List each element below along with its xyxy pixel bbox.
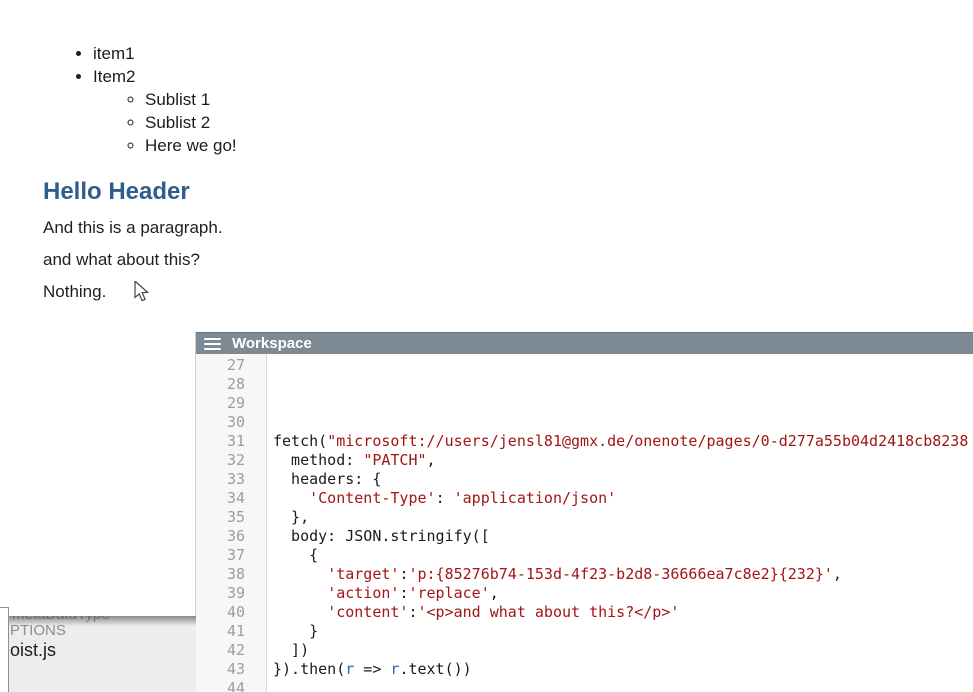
line-number: 42 <box>196 641 245 660</box>
line-number: 32 <box>196 451 245 470</box>
code-line[interactable] <box>273 356 973 375</box>
sub-list: Sublist 1Sublist 2Here we go! <box>93 88 973 157</box>
autocomplete-popup: metaDataType PTIONS oist.js <box>9 616 196 692</box>
autocomplete-item[interactable]: oist.js <box>10 640 56 661</box>
code-line[interactable]: method: "PATCH", <box>273 451 973 470</box>
code-editor[interactable]: 272829303132333435363738394041424344 fet… <box>196 354 973 692</box>
notebook-page: item1Item2Sublist 1Sublist 2Here we go! … <box>0 0 973 302</box>
line-number: 34 <box>196 489 245 508</box>
code-line[interactable]: 'action':'replace', <box>273 584 973 603</box>
code-line[interactable]: headers: { <box>273 470 973 489</box>
code-content[interactable]: fetch("microsoft://users/jensl81@gmx.de/… <box>267 354 973 692</box>
line-number: 39 <box>196 584 245 603</box>
code-line[interactable] <box>273 679 973 692</box>
line-number: 41 <box>196 622 245 641</box>
sub-list-item: Sublist 2 <box>145 111 973 134</box>
line-number: 36 <box>196 527 245 546</box>
line-number: 40 <box>196 603 245 622</box>
bullet-list: item1Item2Sublist 1Sublist 2Here we go! <box>43 42 973 157</box>
paragraphs: And this is a paragraph. and what about t… <box>43 218 973 302</box>
code-line[interactable] <box>273 375 973 394</box>
code-line[interactable]: fetch("microsoft://users/jensl81@gmx.de/… <box>273 432 973 451</box>
code-line[interactable]: ]) <box>273 641 973 660</box>
line-number-gutter: 272829303132333435363738394041424344 <box>196 354 267 692</box>
autocomplete-item-truncated[interactable]: metaDataType <box>12 616 110 623</box>
line-number: 35 <box>196 508 245 527</box>
line-number: 28 <box>196 375 245 394</box>
code-line[interactable]: }, <box>273 508 973 527</box>
hamburger-menu-icon[interactable] <box>204 338 221 350</box>
list-item: item1 <box>93 42 973 65</box>
page-heading: Hello Header <box>43 177 973 206</box>
workspace-title: Workspace <box>232 335 312 352</box>
paragraph: Nothing. <box>43 282 973 302</box>
code-line[interactable]: } <box>273 622 973 641</box>
line-number: 44 <box>196 679 245 692</box>
sub-list-item: Here we go! <box>145 134 973 157</box>
line-number: 38 <box>196 565 245 584</box>
line-number: 31 <box>196 432 245 451</box>
code-line[interactable]: 'target':'p:{85276b74-153d-4f23-b2d8-366… <box>273 565 973 584</box>
list-item: Item2Sublist 1Sublist 2Here we go! <box>93 65 973 157</box>
workspace-panel: Workspace 272829303132333435363738394041… <box>195 332 973 692</box>
line-number: 30 <box>196 413 245 432</box>
line-number: 29 <box>196 394 245 413</box>
code-line[interactable]: 'content':'<p>and what about this?</p>' <box>273 603 973 622</box>
autocomplete-item[interactable]: PTIONS <box>10 622 66 639</box>
code-line[interactable] <box>273 413 973 432</box>
paragraph: and what about this? <box>43 250 973 270</box>
code-line[interactable]: body: JSON.stringify([ <box>273 527 973 546</box>
mouse-cursor-icon <box>134 281 154 303</box>
line-number: 33 <box>196 470 245 489</box>
line-number: 27 <box>196 356 245 375</box>
sub-list-item: Sublist 1 <box>145 88 973 111</box>
workspace-header: Workspace <box>196 332 973 354</box>
code-line[interactable]: { <box>273 546 973 565</box>
line-number: 43 <box>196 660 245 679</box>
code-line[interactable]: }).then(r => r.text()) <box>273 660 973 679</box>
code-line[interactable] <box>273 394 973 413</box>
code-line[interactable]: 'Content-Type': 'application/json' <box>273 489 973 508</box>
line-number: 37 <box>196 546 245 565</box>
paragraph: And this is a paragraph. <box>43 218 973 238</box>
popup-corner <box>0 607 9 692</box>
